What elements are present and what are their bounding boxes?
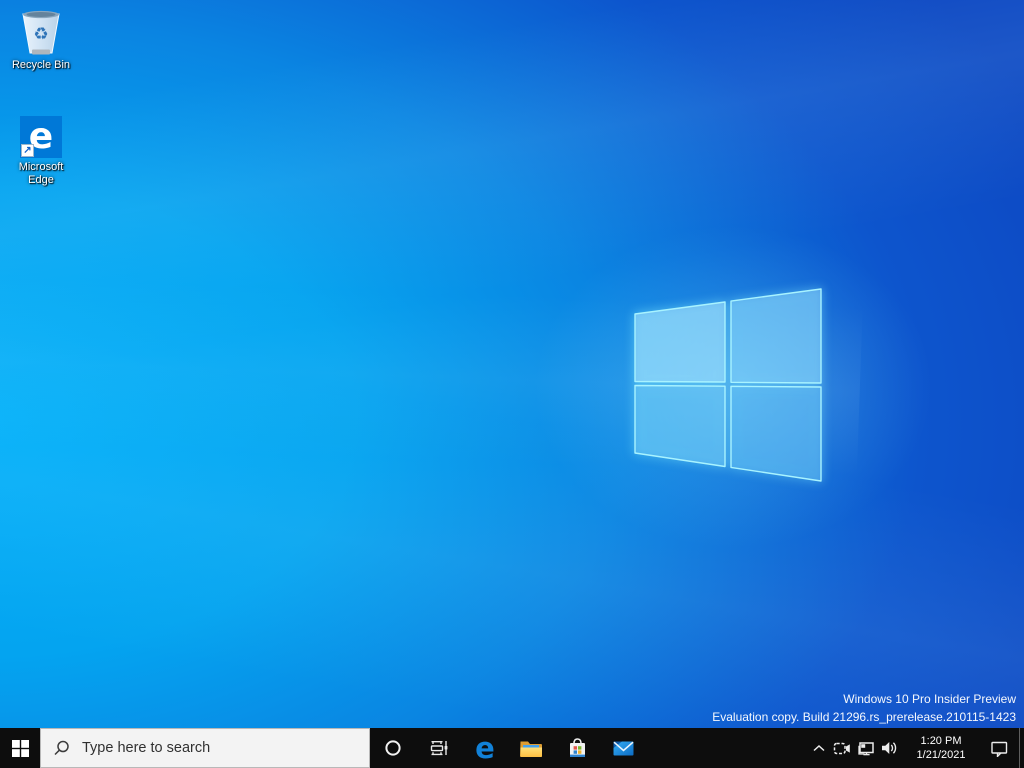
network-ethernet-icon <box>857 741 874 755</box>
file-explorer-icon <box>520 741 542 757</box>
shortcut-arrow-icon: ↗ <box>21 144 34 157</box>
watermark-line-1: Windows 10 Pro Insider Preview <box>843 692 1016 706</box>
show-desktop-button[interactable] <box>1019 728 1024 768</box>
tray-network-button[interactable] <box>853 728 877 768</box>
tray-meet-now-button[interactable] <box>831 728 853 768</box>
taskbar-edge-button[interactable]: e <box>462 728 508 768</box>
mail-icon <box>612 741 634 755</box>
clock-date: 1/21/2021 <box>916 749 966 761</box>
search-input[interactable] <box>80 739 363 757</box>
taskbar-empty-area <box>646 728 807 768</box>
tray-hidden-icons-button[interactable] <box>807 728 831 768</box>
taskbar-mail-button[interactable] <box>600 728 646 768</box>
search-icon <box>54 740 69 755</box>
desktop-wallpaper: ♻ Recycle Bin e ↗ Microsoft Edge Windows… <box>0 0 1024 768</box>
windows-logo-wallpaper <box>634 288 822 482</box>
edge-icon: e <box>475 730 495 765</box>
chevron-up-icon <box>813 744 825 751</box>
desktop-icon-recycle-bin[interactable]: ♻ Recycle Bin <box>2 6 80 72</box>
taskbar-store-button[interactable] <box>554 728 600 768</box>
taskbar: e <box>0 728 1024 768</box>
tray-clock[interactable]: 1:20 PM 1/21/2021 <box>901 728 981 768</box>
desktop-icon-list: ♻ Recycle Bin e ↗ Microsoft Edge <box>2 6 80 197</box>
recycle-bin-icon: ♻ <box>22 10 60 55</box>
task-view-icon <box>430 741 447 756</box>
meet-now-camera-icon <box>833 742 850 754</box>
cortana-icon <box>385 740 401 756</box>
action-center-button[interactable] <box>981 728 1017 768</box>
windows-start-icon <box>11 739 29 757</box>
desktop-icon-label: Recycle Bin <box>11 59 71 71</box>
tray-volume-button[interactable] <box>877 728 901 768</box>
taskbar-task-view-button[interactable] <box>416 728 462 768</box>
desktop-icon-microsoft-edge[interactable]: e ↗ Microsoft Edge <box>2 108 80 187</box>
edge-icon: e ↗ <box>20 116 62 158</box>
taskbar-search[interactable] <box>40 728 370 768</box>
watermark-line-2: Evaluation copy. Build 21296.rs_prerelea… <box>712 710 1016 724</box>
action-center-icon <box>990 741 1007 757</box>
volume-icon <box>882 742 897 754</box>
start-button[interactable] <box>0 728 40 768</box>
evaluation-watermark: Windows 10 Pro Insider Preview Evaluatio… <box>712 690 1016 726</box>
svg-text:♻: ♻ <box>33 25 48 45</box>
desktop-icon-label: Microsoft Edge <box>18 161 64 186</box>
taskbar-file-explorer-button[interactable] <box>508 728 554 768</box>
taskbar-cortana-button[interactable] <box>370 728 416 768</box>
light-ray <box>0 0 1024 405</box>
microsoft-store-icon <box>569 737 585 757</box>
clock-time: 1:20 PM <box>920 735 962 747</box>
